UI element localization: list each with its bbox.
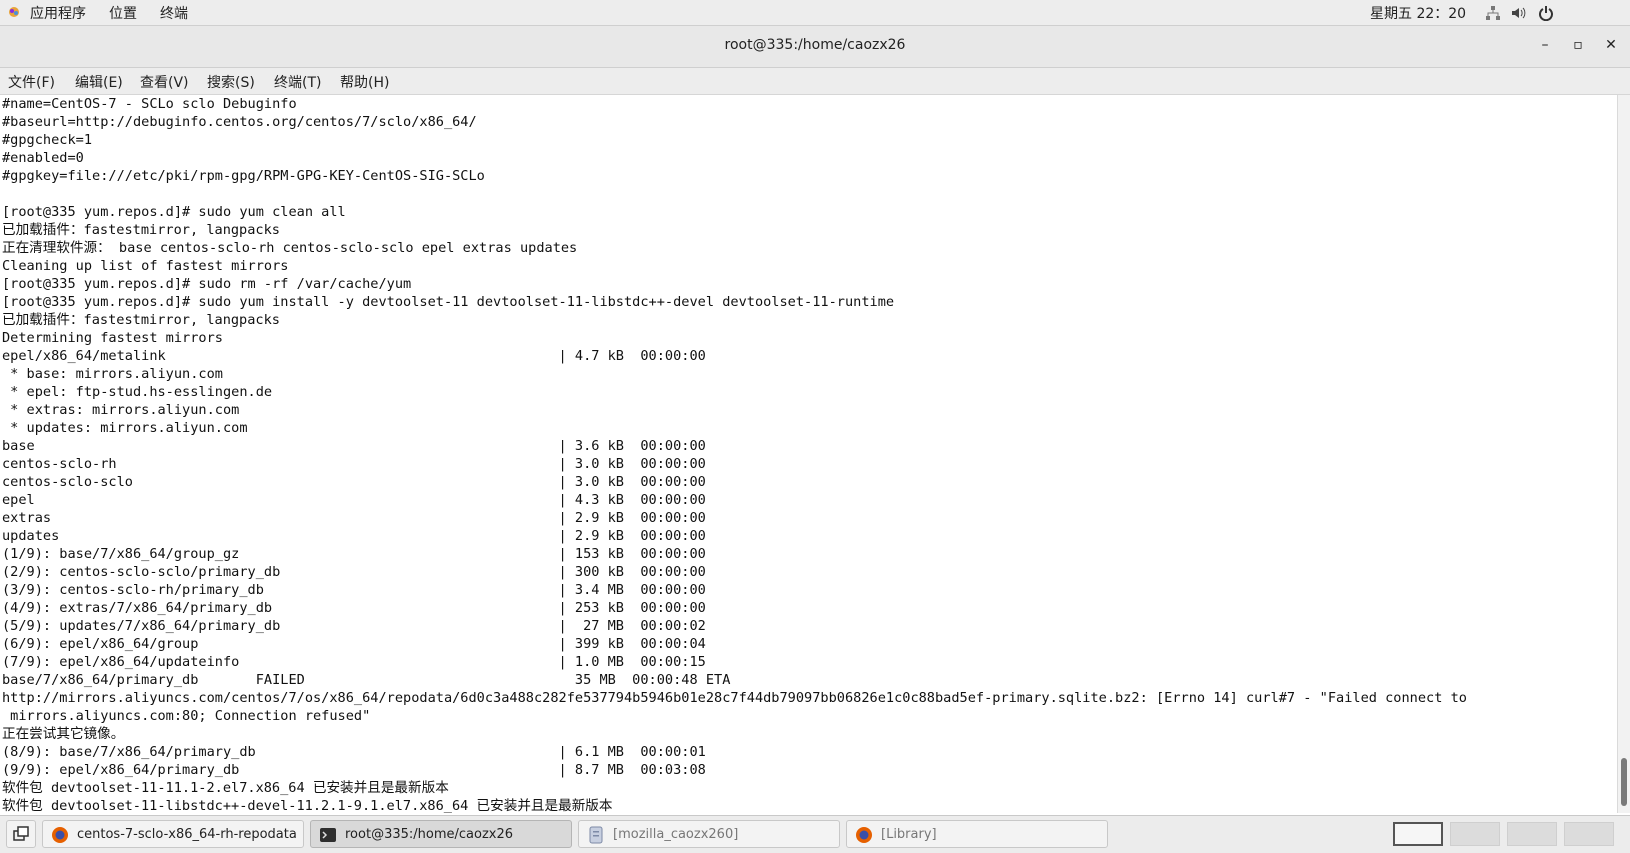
maximize-button[interactable]: ▫ (1569, 37, 1587, 53)
workspace-4[interactable] (1564, 822, 1614, 846)
terminal-line: (3/9): centos-sclo-rh/primary_db | 3.4 M… (2, 582, 706, 598)
terminal-line: mirrors.aliyuncs.com:80; Connection refu… (2, 708, 371, 724)
terminal-line: #baseurl=http://debuginfo.centos.org/cen… (2, 114, 477, 130)
close-button[interactable]: ✕ (1602, 37, 1620, 53)
menu-help[interactable]: 帮助(H) (340, 72, 389, 92)
network-icon[interactable] (1485, 5, 1501, 25)
taskbar-item-firefox-repodata[interactable]: centos-7-sclo-x86_64-rh-repodata... (42, 820, 304, 848)
terminal-line: (9/9): epel/x86_64/primary_db | 8.7 MB 0… (2, 762, 706, 778)
menu-view[interactable]: 查看(V) (140, 72, 189, 92)
workspace-2[interactable] (1450, 822, 1500, 846)
window-title: root@335:/home/caozx26 (724, 37, 906, 53)
places-menu[interactable]: 位置 (109, 3, 137, 23)
show-desktop-button[interactable] (6, 820, 36, 848)
terminal-line: * extras: mirrors.aliyun.com (2, 402, 240, 418)
applications-menu[interactable]: 应用程序 (30, 3, 86, 23)
workspace-1[interactable] (1393, 822, 1443, 846)
firefox-icon (51, 826, 69, 844)
terminal-line: #gpgkey=file:///etc/pki/rpm-gpg/RPM-GPG-… (2, 168, 485, 184)
terminal-line: (8/9): base/7/x86_64/primary_db | 6.1 MB… (2, 744, 706, 760)
terminal-line: (4/9): extras/7/x86_64/primary_db | 253 … (2, 600, 706, 616)
file-manager-icon (587, 826, 605, 844)
terminal-line: (2/9): centos-sclo-sclo/primary_db | 300… (2, 564, 706, 580)
top-panel: 应用程序 位置 终端 星期五 22：20 (0, 0, 1630, 26)
terminal-icon (319, 826, 337, 844)
terminal-line: 正在清理软件源： base centos-sclo-rh centos-sclo… (2, 240, 578, 256)
taskbar-item-label: centos-7-sclo-x86_64-rh-repodata... (77, 827, 297, 842)
terminal-output[interactable]: #name=CentOS-7 - SCLo sclo Debuginfo #bas… (0, 95, 1617, 813)
terminal-line: (5/9): updates/7/x86_64/primary_db | 27 … (2, 618, 706, 634)
taskbar-item-firefox-library[interactable]: [Library] (846, 820, 1108, 848)
terminal-line: * updates: mirrors.aliyun.com (2, 420, 248, 436)
scrollbar-thumb[interactable] (1621, 758, 1627, 806)
apps-menu-icon[interactable] (7, 5, 21, 19)
terminal-line: centos-sclo-rh | 3.0 kB 00:00:00 (2, 456, 706, 472)
menu-search[interactable]: 搜索(S) (207, 72, 255, 92)
menu-edit[interactable]: 编辑(E) (75, 72, 123, 92)
taskbar-item-label: [mozilla_caozx260] (613, 827, 739, 842)
terminal-line: (7/9): epel/x86_64/updateinfo | 1.0 MB 0… (2, 654, 706, 670)
terminal-line: (6/9): epel/x86_64/group | 399 kB 00:00:… (2, 636, 706, 652)
terminal-line: [root@335 yum.repos.d]# sudo yum install… (2, 294, 895, 310)
taskbar-item-terminal[interactable]: root@335:/home/caozx26 (310, 820, 572, 848)
terminal-line: #enabled=0 (2, 150, 84, 166)
terminal-line: updates | 2.9 kB 00:00:00 (2, 528, 706, 544)
terminal-line: centos-sclo-sclo | 3.0 kB 00:00:00 (2, 474, 706, 490)
terminal-line: #name=CentOS-7 - SCLo sclo Debuginfo (2, 96, 297, 112)
terminal-line: 软件包 devtoolset-11-libstdc++-devel-11.2.1… (2, 798, 613, 813)
terminal-line: * base: mirrors.aliyun.com (2, 366, 223, 382)
taskbar: centos-7-sclo-x86_64-rh-repodata... root… (0, 815, 1630, 853)
terminal-line: epel | 4.3 kB 00:00:00 (2, 492, 706, 508)
minimize-button[interactable]: – (1536, 37, 1554, 53)
terminal-line: extras | 2.9 kB 00:00:00 (2, 510, 706, 526)
terminal-line: [root@335 yum.repos.d]# sudo yum clean a… (2, 204, 346, 220)
taskbar-item-label: root@335:/home/caozx26 (345, 827, 513, 842)
terminal-line: 软件包 devtoolset-11-11.1-2.el7.x86_64 已安装并… (2, 780, 449, 796)
menu-terminal[interactable]: 终端(T) (274, 72, 321, 92)
terminal-line: (1/9): base/7/x86_64/group_gz | 153 kB 0… (2, 546, 706, 562)
volume-icon[interactable] (1510, 5, 1526, 25)
taskbar-item-label: [Library] (881, 827, 937, 842)
clock[interactable]: 星期五 22：20 (1370, 3, 1466, 23)
terminal-line: Determining fastest mirrors (2, 330, 223, 346)
terminal-line: Cleaning up list of fastest mirrors (2, 258, 289, 274)
terminal-line: base | 3.6 kB 00:00:00 (2, 438, 706, 454)
terminal-line: #gpgcheck=1 (2, 132, 93, 148)
firefox-icon (855, 826, 873, 844)
terminal-line: [root@335 yum.repos.d]# sudo rm -rf /var… (2, 276, 412, 292)
terminal-line: epel/x86_64/metalink | 4.7 kB 00:00:00 (2, 348, 706, 364)
terminal-line: 正在尝试其它镜像。 (2, 726, 125, 742)
show-desktop-icon (13, 826, 29, 846)
menu-file[interactable]: 文件(F) (8, 72, 55, 92)
power-icon[interactable] (1538, 5, 1554, 25)
terminal-line: http://mirrors.aliyuncs.com/centos/7/os/… (2, 690, 1467, 706)
workspace-3[interactable] (1507, 822, 1557, 846)
menu-bar: 文件(F) 编辑(E) 查看(V) 搜索(S) 终端(T) 帮助(H) (0, 68, 1630, 95)
window-titlebar[interactable]: root@335:/home/caozx26 – ▫ ✕ (0, 26, 1630, 68)
terminal-line: 已加载插件：fastestmirror, langpacks (2, 312, 280, 328)
taskbar-item-file-manager[interactable]: [mozilla_caozx260] (578, 820, 840, 848)
terminal-scrollbar[interactable] (1617, 95, 1630, 813)
terminal-app-menu[interactable]: 终端 (160, 3, 188, 23)
terminal-line: * epel: ftp-stud.hs-esslingen.de (2, 384, 273, 400)
terminal-line: base/7/x86_64/primary_db FAILED 35 MB 00… (2, 672, 731, 688)
terminal-line: 已加载插件：fastestmirror, langpacks (2, 222, 280, 238)
